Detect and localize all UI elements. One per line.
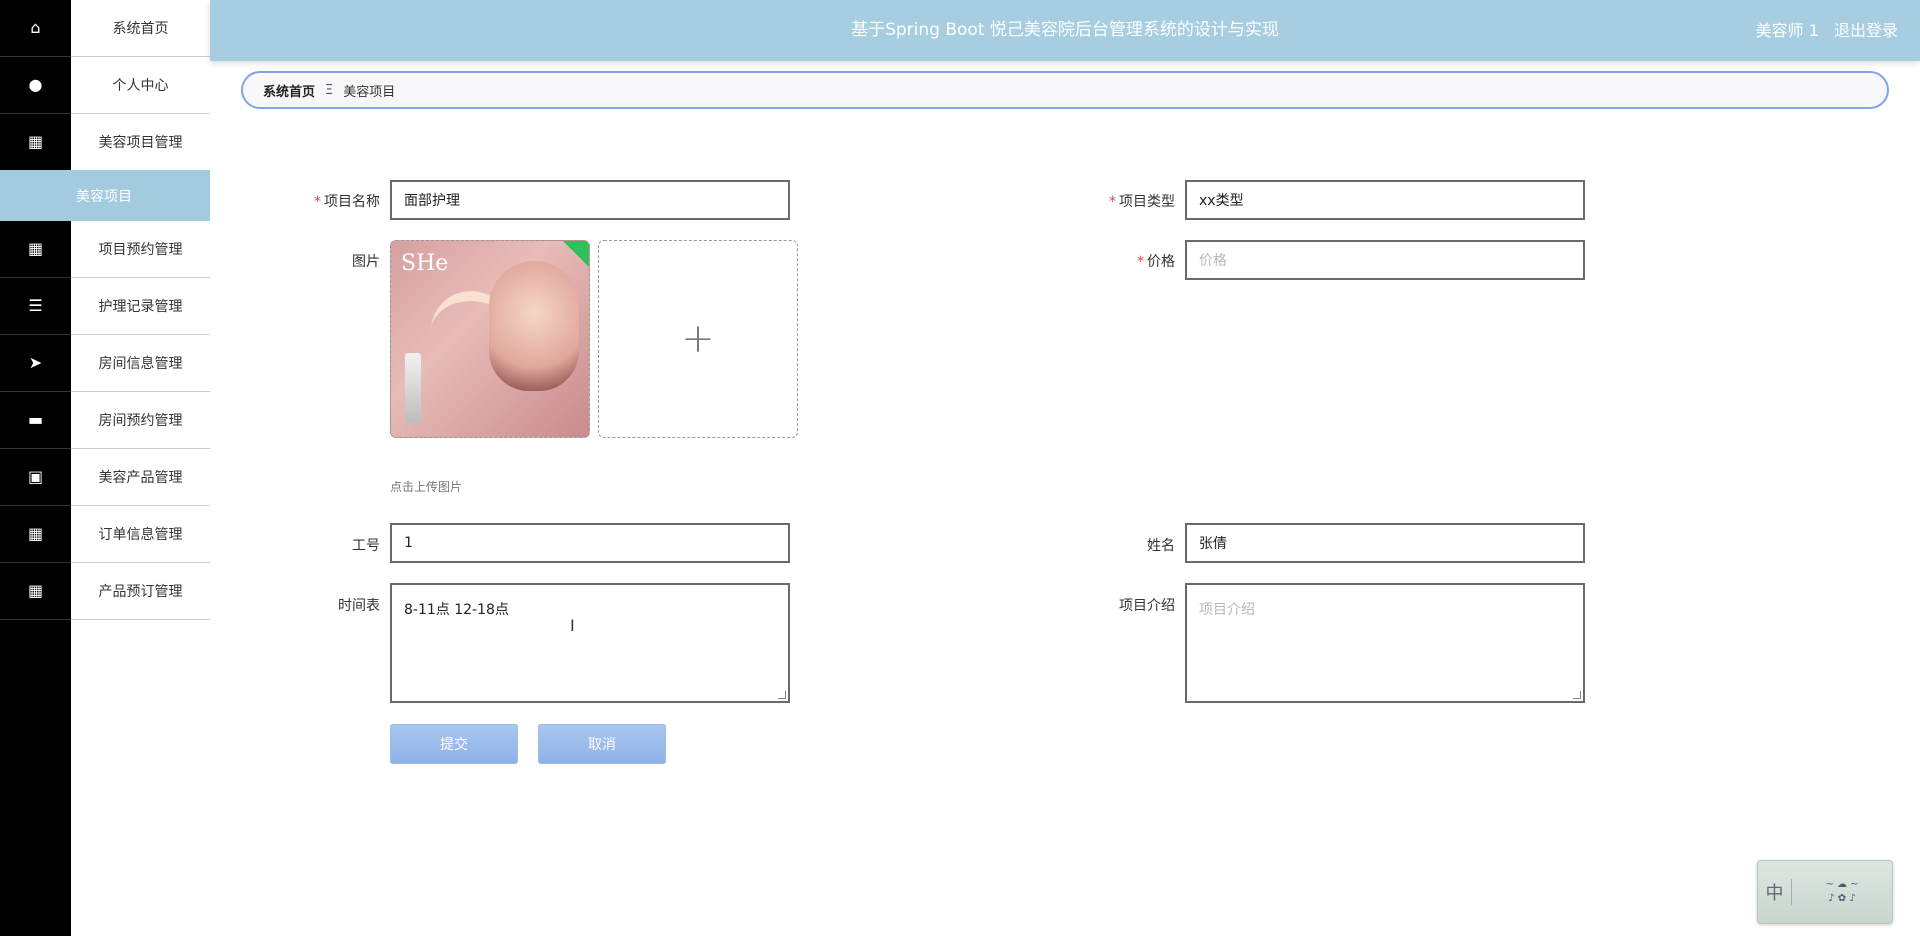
breadcrumb: 系统首页 Ξ 美容项目 [241,71,1889,109]
home-icon: ⌂ [0,0,71,57]
sidebar-item-beauty-product[interactable]: ▣ 美容产品管理 [0,448,210,506]
project-name-input[interactable]: 面部护理 [390,180,790,220]
sidebar-item-label: 项目预约管理 [98,242,183,258]
project-type-label-text: 项目类型 [1119,194,1175,210]
sidebar-item-label: 护理记录管理 [98,299,183,315]
image-product-bottle [405,353,421,423]
box-icon: ▬ [0,391,71,449]
list-icon: ☰ [0,277,71,335]
upload-success-corner-icon [563,241,589,267]
price-input[interactable]: 价格 [1185,240,1585,280]
intro-textarea[interactable]: 项目介绍 [1185,583,1585,703]
staff-name-label: 姓名 [1147,538,1175,554]
ime-skin-art: ~ ☁ ~ ♪ ✿ ♪ [1825,879,1859,904]
project-type-select[interactable]: xx类型 [1185,180,1585,220]
breadcrumb-current: 美容项目 [343,84,396,100]
sidebar-item-product-reserve[interactable]: ▦ 产品预订管理 [0,562,210,620]
sidebar-item-profile[interactable]: ● 个人中心 [0,56,210,114]
image-label: 图片 [352,254,380,270]
top-header: 基于Spring Boot 悦己美容院后台管理系统的设计与实现 美容师 1 退出… [210,0,1920,61]
submit-button[interactable]: 提交 [390,724,518,764]
required-mark: * [314,194,321,210]
chat-icon: ▣ [0,448,71,506]
staff-name-input[interactable]: 张倩 [1185,523,1585,563]
sidebar-item-room-booking[interactable]: ▬ 房间预约管理 [0,391,210,449]
schedule-text: 8-11点 12-18点 [404,602,509,618]
uploaded-image-preview[interactable]: SHe [390,240,590,438]
sidebar-item-appointment[interactable]: ▦ 项目预约管理 [0,220,210,278]
sidebar-item-label: 个人中心 [112,78,169,94]
grid-icon: ▦ [0,113,71,171]
image-model-face [489,261,579,391]
intro-label: 项目介绍 [1119,598,1175,614]
sidebar-item-label: 房间信息管理 [98,356,183,372]
price-label: * 价格 [1065,251,1175,271]
header-user-area: 美容师 1 退出登录 [1746,0,1898,61]
resize-handle-icon[interactable] [778,691,786,699]
grid-icon: ▦ [0,505,71,563]
sidebar-item-order-info[interactable]: ▦ 订单信息管理 [0,505,210,563]
project-type-label: * 项目类型 [1065,191,1175,211]
sidebar-item-label: 系统首页 [112,21,169,37]
sidebar-item-label: 产品预订管理 [98,584,183,600]
upload-tip: 点击上传图片 [390,480,463,494]
ime-language-indicator[interactable]: 中 [1758,879,1792,905]
grid-icon: ▦ [0,220,71,278]
project-name-label-text: 项目名称 [324,194,380,210]
schedule-label: 时间表 [338,598,380,614]
sidebar-subitem-beauty-project[interactable]: 美容项目 [0,170,210,221]
sidebar-item-label: 房间预约管理 [98,413,183,429]
breadcrumb-home[interactable]: 系统首页 [263,81,315,100]
image-brand-text: SHe [401,251,449,276]
sidebar-item-label: 美容项目管理 [98,135,183,151]
sidebar: ⌂ 系统首页 ● 个人中心 ▦ 美容项目管理 美容项目 ▦ 项目预约管理 ☰ 护… [0,0,210,936]
schedule-textarea[interactable]: 8-11点 12-18点 [390,583,790,703]
resize-handle-icon[interactable] [1573,691,1581,699]
upload-add-button[interactable]: + [598,240,798,438]
sidebar-item-beauty-project[interactable]: ▦ 美容项目管理 [0,113,210,171]
cancel-button[interactable]: 取消 [538,724,666,764]
sidebar-item-home[interactable]: ⌂ 系统首页 [0,0,210,57]
sidebar-item-room-info[interactable]: ➤ 房间信息管理 [0,334,210,392]
text-cursor-icon: I [570,616,575,635]
logout-link[interactable]: 退出登录 [1834,21,1898,40]
intro-placeholder: 项目介绍 [1199,602,1255,618]
breadcrumb-separator: Ξ [325,82,334,98]
plus-icon: + [681,316,715,362]
app-title: 基于Spring Boot 悦己美容院后台管理系统的设计与实现 [851,20,1279,40]
send-icon: ➤ [0,334,71,392]
required-mark: * [1109,194,1116,210]
sidebar-item-label: 订单信息管理 [98,527,183,543]
user-icon: ● [0,56,71,114]
user-name: 美容师 1 [1755,21,1819,40]
grid-icon: ▦ [0,562,71,620]
sidebar-item-care-record[interactable]: ☰ 护理记录管理 [0,277,210,335]
price-label-text: 价格 [1147,254,1175,270]
ime-widget[interactable]: 中 ~ ☁ ~ ♪ ✿ ♪ [1757,860,1893,924]
project-name-label: * 项目名称 [270,191,380,211]
job-no-input[interactable]: 1 [390,523,790,563]
required-mark: * [1137,254,1144,270]
job-no-label: 工号 [352,538,380,554]
sidebar-item-label: 美容产品管理 [98,470,183,486]
